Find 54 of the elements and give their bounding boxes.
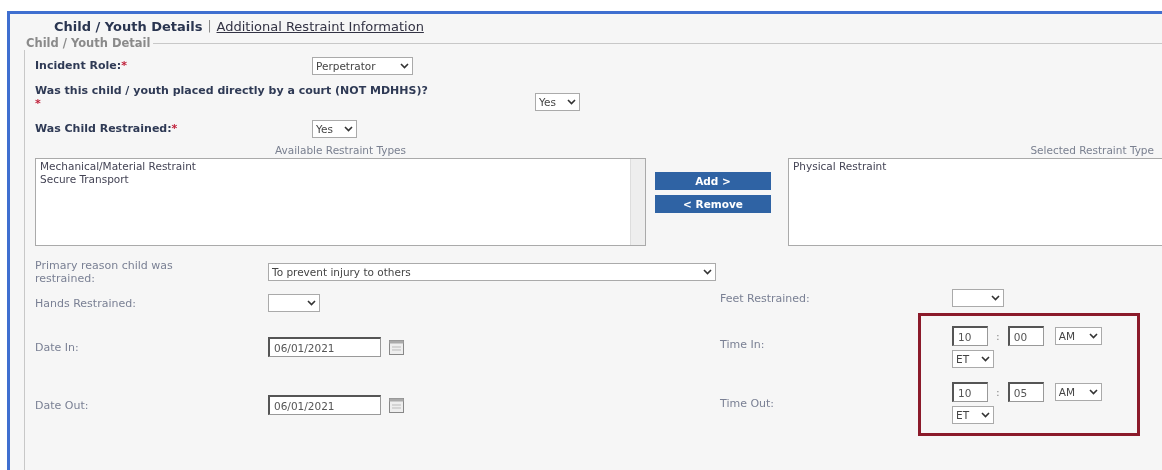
- chevron-down-icon: [567, 99, 576, 105]
- time-colon: :: [996, 385, 1000, 399]
- feet-dropdown[interactable]: [952, 289, 1004, 307]
- chevron-down-icon: [703, 269, 712, 275]
- field-label: Feet Restrained:: [720, 291, 811, 305]
- dropdown[interactable]: Yes: [535, 93, 580, 111]
- calendar-icon[interactable]: [389, 339, 404, 355]
- timezone-dropdown[interactable]: ET: [952, 350, 994, 368]
- reason-dropdown[interactable]: To prevent injury to others: [268, 263, 716, 281]
- chevron-down-icon: [1088, 333, 1098, 339]
- chevron-down-icon: [991, 295, 1000, 301]
- hands-dropdown[interactable]: [268, 294, 320, 312]
- calendar-icon[interactable]: [389, 397, 404, 413]
- question-label: Was Child Restrained:*: [35, 122, 179, 135]
- scrollbar[interactable]: [630, 159, 645, 245]
- time-colon: :: [996, 329, 1000, 343]
- field-label: Time In:: [720, 337, 766, 351]
- section-legend: Child / Youth Detail: [23, 36, 154, 50]
- chevron-down-icon: [307, 300, 316, 306]
- list-caption: Selected Restraint Type: [1029, 144, 1154, 158]
- list-item[interactable]: Physical Restraint: [793, 160, 887, 173]
- chevron-down-icon: [981, 412, 990, 418]
- hour-field[interactable]: 10: [952, 382, 988, 402]
- chevron-down-icon: [344, 125, 353, 132]
- question-label: Incident Role:*: [35, 59, 128, 72]
- tab[interactable]: Child / Youth Details: [54, 18, 203, 34]
- date-field[interactable]: 06/01/2021: [268, 395, 381, 415]
- list-caption: Available Restraint Types: [273, 144, 408, 158]
- list-item[interactable]: Mechanical/Material Restraint: [40, 160, 196, 173]
- list-item[interactable]: Secure Transport: [40, 173, 129, 186]
- period-dropdown[interactable]: AM: [1054, 327, 1102, 345]
- tab-separator: |: [207, 19, 212, 33]
- period-dropdown[interactable]: AM: [1054, 383, 1102, 401]
- add-button[interactable]: Add >: [655, 172, 771, 190]
- field-label: Hands Restrained:: [35, 296, 137, 310]
- chevron-down-icon: [981, 356, 990, 362]
- remove-button[interactable]: < Remove: [655, 195, 771, 213]
- hour-field[interactable]: 10: [952, 326, 988, 346]
- timezone-dropdown[interactable]: ET: [952, 406, 994, 424]
- field-label: Time Out:: [720, 396, 776, 410]
- field-label: Primary reason child was restrained:: [35, 259, 174, 285]
- minute-field[interactable]: 00: [1007, 326, 1044, 346]
- chevron-down-icon: [400, 62, 409, 69]
- dropdown[interactable]: Yes: [312, 119, 357, 138]
- available-list[interactable]: Mechanical/Material Restraint Secure Transport: [35, 158, 646, 246]
- question-label: Was this child / youth placed directly by a court (NOT MDHHS)? *: [35, 84, 429, 110]
- date-field[interactable]: 06/01/2021: [268, 337, 381, 357]
- chevron-down-icon: [1088, 389, 1098, 395]
- minute-field[interactable]: 05: [1007, 382, 1044, 402]
- selected-list[interactable]: Physical Restraint: [788, 158, 1162, 246]
- dropdown[interactable]: Perpetrator: [312, 56, 413, 75]
- tab[interactable]: Additional Restraint Information: [216, 18, 424, 34]
- field-label: Date Out:: [35, 398, 90, 412]
- field-label: Date In:: [35, 340, 80, 354]
